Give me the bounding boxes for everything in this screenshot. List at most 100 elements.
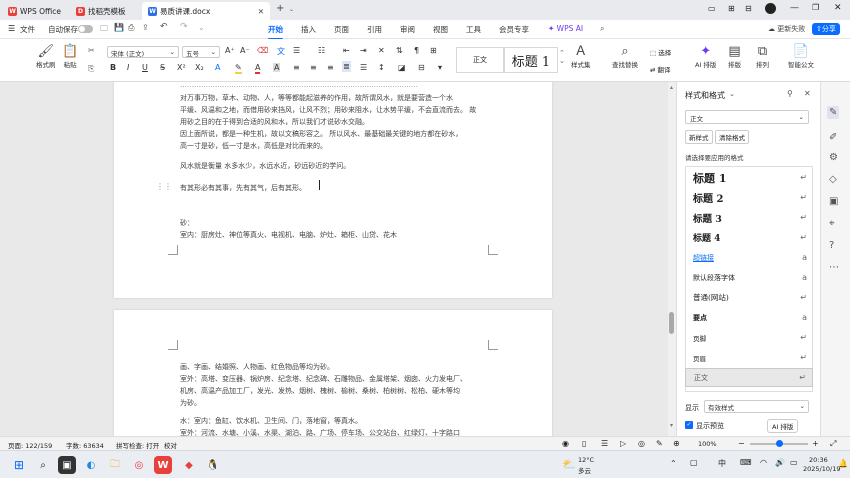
font-grow-icon[interactable]: A⁺ [225, 46, 235, 55]
distribute-icon[interactable]: ☰ [360, 63, 367, 72]
close-window-icon[interactable]: ✕ [834, 3, 842, 13]
wifi-icon[interactable]: ◠ [760, 458, 767, 467]
volume-icon[interactable]: 🔊 [775, 458, 785, 467]
style-hyperlink[interactable]: 超链接 a [685, 248, 813, 267]
show-filter-select[interactable]: 有效样式 ⌄ [704, 400, 809, 413]
clear-format-icon[interactable]: ⌫ [257, 46, 268, 55]
zoom-out-icon[interactable]: − [738, 439, 745, 448]
window-layout-icon[interactable]: ▭ [708, 4, 716, 13]
menu-insert[interactable]: 插入 [301, 24, 316, 35]
page-indicator[interactable]: 页面: 122/159 [8, 440, 52, 450]
zoom-level[interactable]: 100% [698, 440, 717, 448]
menu-member[interactable]: 会员专享 [499, 24, 529, 35]
tray-up-icon[interactable]: ⌃ [670, 459, 677, 468]
qq-icon[interactable]: 🐧 [204, 456, 222, 474]
folder-icon[interactable]: 🗀 [100, 23, 108, 37]
outline-view-icon[interactable]: ☰ [601, 439, 608, 448]
scroll-up-icon[interactable]: ▴ [670, 84, 673, 91]
clear-format-button[interactable]: 清除格式 [715, 130, 749, 144]
paste-button[interactable]: 📋 粘贴 [62, 44, 78, 69]
globe-icon[interactable]: ⊕ [673, 439, 680, 448]
superscript-icon[interactable]: X² [177, 63, 186, 72]
page-view-icon[interactable]: ▯ [582, 439, 586, 448]
style-footer[interactable]: 页脚 ↵ [685, 328, 813, 347]
vertical-scrollbar[interactable]: ▴ ▾ [668, 82, 676, 436]
search-icon[interactable]: ⌕ [600, 24, 604, 34]
play-icon[interactable]: ▷ [620, 439, 626, 448]
window-tile-icon[interactable]: ⊞ [728, 4, 735, 13]
wps-taskbar-icon[interactable]: W [154, 456, 172, 474]
table-border-icon[interactable]: ⊟ [418, 63, 425, 72]
char-shading-icon[interactable]: A [273, 63, 281, 72]
style-heading-2[interactable]: 标题 2 ↵ [685, 188, 813, 207]
edge-icon[interactable]: ◐ [82, 456, 100, 474]
close-tab-icon[interactable]: ✕ [258, 7, 264, 16]
save-icon[interactable]: 💾 [114, 23, 124, 32]
font-shrink-icon[interactable]: A⁻ [240, 46, 250, 55]
clock-date[interactable]: 2025/10/19 [803, 465, 840, 473]
style-header[interactable]: 页眉 ↵ [685, 348, 813, 367]
menu-reference[interactable]: 引用 [367, 24, 382, 35]
font-name-select[interactable]: 宋体 (正文) ⌄ [107, 46, 179, 58]
edit-icon[interactable]: ✐ [829, 132, 837, 143]
document-area[interactable]: ………………………………………………………………………………………… 对万事万物… [0, 82, 670, 436]
menu-tools[interactable]: 工具 [466, 24, 481, 35]
page-2[interactable]: 画、字画、结婚照、人物画、红色物品等均为砂。 室外：高塔、变压器、锅炉房、纪念塔… [114, 310, 552, 436]
task-view-icon[interactable]: ▣ [58, 456, 76, 474]
highlight-icon[interactable]: ✎ [235, 63, 242, 74]
redo-icon[interactable]: ↷ [180, 22, 188, 32]
help-icon[interactable]: ? [829, 240, 834, 251]
copy-icon[interactable]: ⎘ [88, 64, 94, 74]
align-left-icon[interactable]: ≡ [293, 63, 300, 72]
export-icon[interactable]: ⇪ [142, 23, 149, 32]
align-right-icon[interactable]: ≡ [327, 63, 334, 72]
sort-icon[interactable]: ⇅ [396, 46, 403, 55]
clock-time[interactable]: 20:36 [809, 456, 828, 464]
cut-icon[interactable]: ✂ [88, 46, 95, 55]
grid-icon[interactable]: ⊟ [745, 4, 752, 13]
location-icon[interactable]: ⌖ [829, 218, 835, 229]
hamburger-icon[interactable]: ☰ [8, 24, 15, 33]
phonetic-icon[interactable]: 文 [277, 46, 285, 57]
style-heading-3[interactable]: 标题 3 ↵ [685, 208, 813, 227]
layout-button[interactable]: ▤ 排版 [728, 44, 741, 69]
ai-layout-button[interactable]: ✦ AI 排版 [695, 44, 716, 69]
align-center-icon[interactable]: ≡ [310, 63, 317, 72]
proofread[interactable]: 校对 [164, 440, 177, 450]
subscript-icon[interactable]: X₂ [195, 63, 204, 72]
drag-handle-icon[interactable]: ⋮⋮ [156, 182, 172, 191]
current-style-select[interactable]: 正文 ⌄ [685, 110, 809, 124]
styles-set-button[interactable]: Ａ 样式集 [571, 44, 591, 69]
menu-review[interactable]: 审阅 [400, 24, 415, 35]
app-icon[interactable]: ◎ [130, 456, 148, 474]
page-1[interactable]: ………………………………………………………………………………………… 对万事万物… [114, 82, 552, 298]
zoom-in-icon[interactable]: + [812, 439, 819, 448]
search-icon[interactable]: ⌕ [34, 456, 52, 474]
style-pen-icon[interactable]: ✎ [827, 106, 840, 119]
menu-page[interactable]: 页面 [334, 24, 349, 35]
style-normal[interactable]: 正文 ↵ [685, 368, 813, 387]
web-view-icon[interactable]: ◎ [638, 439, 645, 448]
menu-file[interactable]: 文件 [20, 24, 35, 35]
style-normal-button[interactable]: 正文 [456, 47, 504, 73]
style-default-paragraph-font[interactable]: 默认段落字体 a [685, 268, 813, 287]
show-marks-icon[interactable]: ¶ [414, 46, 419, 55]
write-view-icon[interactable]: ✎ [656, 439, 663, 448]
italic-icon[interactable]: I [127, 63, 129, 72]
line-spacing-icon[interactable]: ↕ [378, 63, 385, 72]
new-style-button[interactable]: 新样式 [685, 130, 713, 144]
menu-wps-ai[interactable]: ✦ WPS AI [548, 24, 583, 33]
tab-document[interactable]: W 易质讲课.docx ✕ [142, 2, 270, 20]
zoom-slider-thumb[interactable] [776, 440, 783, 447]
windows-start-icon[interactable]: ⊞ [10, 456, 28, 474]
battery-icon[interactable]: ▭ [790, 458, 798, 467]
update-status[interactable]: ☁ 更新失败 [768, 24, 805, 34]
style-heading-1[interactable]: 标题 1 ↵ [685, 168, 813, 187]
menu-start[interactable]: 开始 [268, 24, 283, 40]
scrollbar-thumb[interactable] [669, 312, 674, 334]
border-icon[interactable]: ⊞ [430, 46, 437, 55]
share-button[interactable]: ⇧分享 [812, 23, 840, 35]
file-explorer-icon[interactable]: 🗀 [106, 456, 124, 474]
scroll-down-icon[interactable]: ▾ [670, 422, 673, 429]
new-tab-button[interactable]: + [276, 3, 284, 14]
